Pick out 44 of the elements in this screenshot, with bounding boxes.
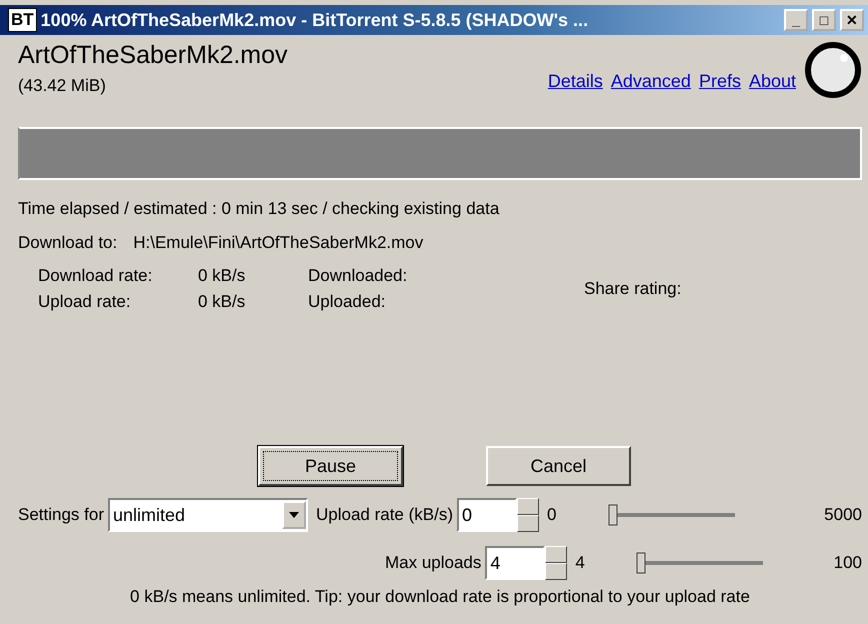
nav-link[interactable]: Prefs — [698, 68, 741, 95]
settings-label: Settings for — [18, 504, 104, 526]
field-label: Upload rate (kB/s) — [316, 504, 453, 526]
field-label: Uploaded: — [308, 290, 386, 312]
minimize-button[interactable]: _ — [784, 9, 808, 31]
status-text: Time elapsed / estimated : 0 min 13 sec / checking existing data — [18, 198, 500, 220]
nav-link[interactable]: Details — [548, 68, 603, 95]
slider-thumb[interactable] — [608, 504, 618, 526]
number-field[interactable]: 0 — [457, 498, 517, 532]
tip-text: 0 kB/s means unlimited. Tip: your download rate is proportional to your upload rate — [129, 586, 751, 608]
file-name: ArtOfTheSaberMk2.mov — [18, 41, 288, 69]
field-label: Share rating: — [584, 278, 682, 300]
slider[interactable] — [608, 504, 735, 526]
spin-control[interactable] — [517, 498, 539, 532]
field-label: Downloaded: — [308, 265, 408, 287]
value-reading: 4 — [575, 552, 586, 574]
status-circle-icon — [804, 41, 862, 99]
settings-dropdown[interactable]: unlimited — [108, 498, 308, 532]
field-label: Max uploads — [385, 552, 482, 574]
spin-control[interactable] — [545, 546, 568, 580]
nav-link[interactable]: About — [748, 68, 796, 95]
value-reading: 0 — [547, 504, 558, 526]
slider-thumb[interactable] — [636, 552, 646, 574]
pause-button[interactable]: Pause — [258, 446, 403, 486]
field-value: 0 kB/s — [198, 265, 246, 287]
close-button[interactable]: ✕ — [840, 9, 864, 31]
download-label: Download to: — [18, 232, 118, 254]
nav-link[interactable]: Advanced — [610, 68, 691, 95]
field-value: 0 kB/s — [198, 290, 246, 312]
max-value: 100 — [834, 552, 862, 574]
app-icon: BT — [8, 8, 37, 32]
number-field[interactable]: 4 — [485, 546, 546, 580]
dropdown-value: unlimited — [113, 504, 186, 526]
maximize-button[interactable]: □ — [812, 9, 836, 31]
window-title: 100% ArtOfTheSaberMk2.mov - BitTorrent S-5.8.5 (SHADOW's ... — [40, 8, 590, 32]
file-size: (43.42 MiB) — [18, 75, 107, 97]
download-path: H:\Emule\Fini\ArtOfTheSaberMk2.mov — [133, 232, 424, 254]
caret-icon — [289, 512, 299, 518]
cancel-button[interactable]: Cancel — [486, 446, 631, 486]
max-value: 5000 — [824, 504, 862, 526]
dropdown-button[interactable] — [282, 501, 306, 529]
field-label: Upload rate: — [38, 290, 132, 312]
field-label: Download rate: — [38, 265, 154, 287]
slider[interactable] — [636, 552, 764, 574]
